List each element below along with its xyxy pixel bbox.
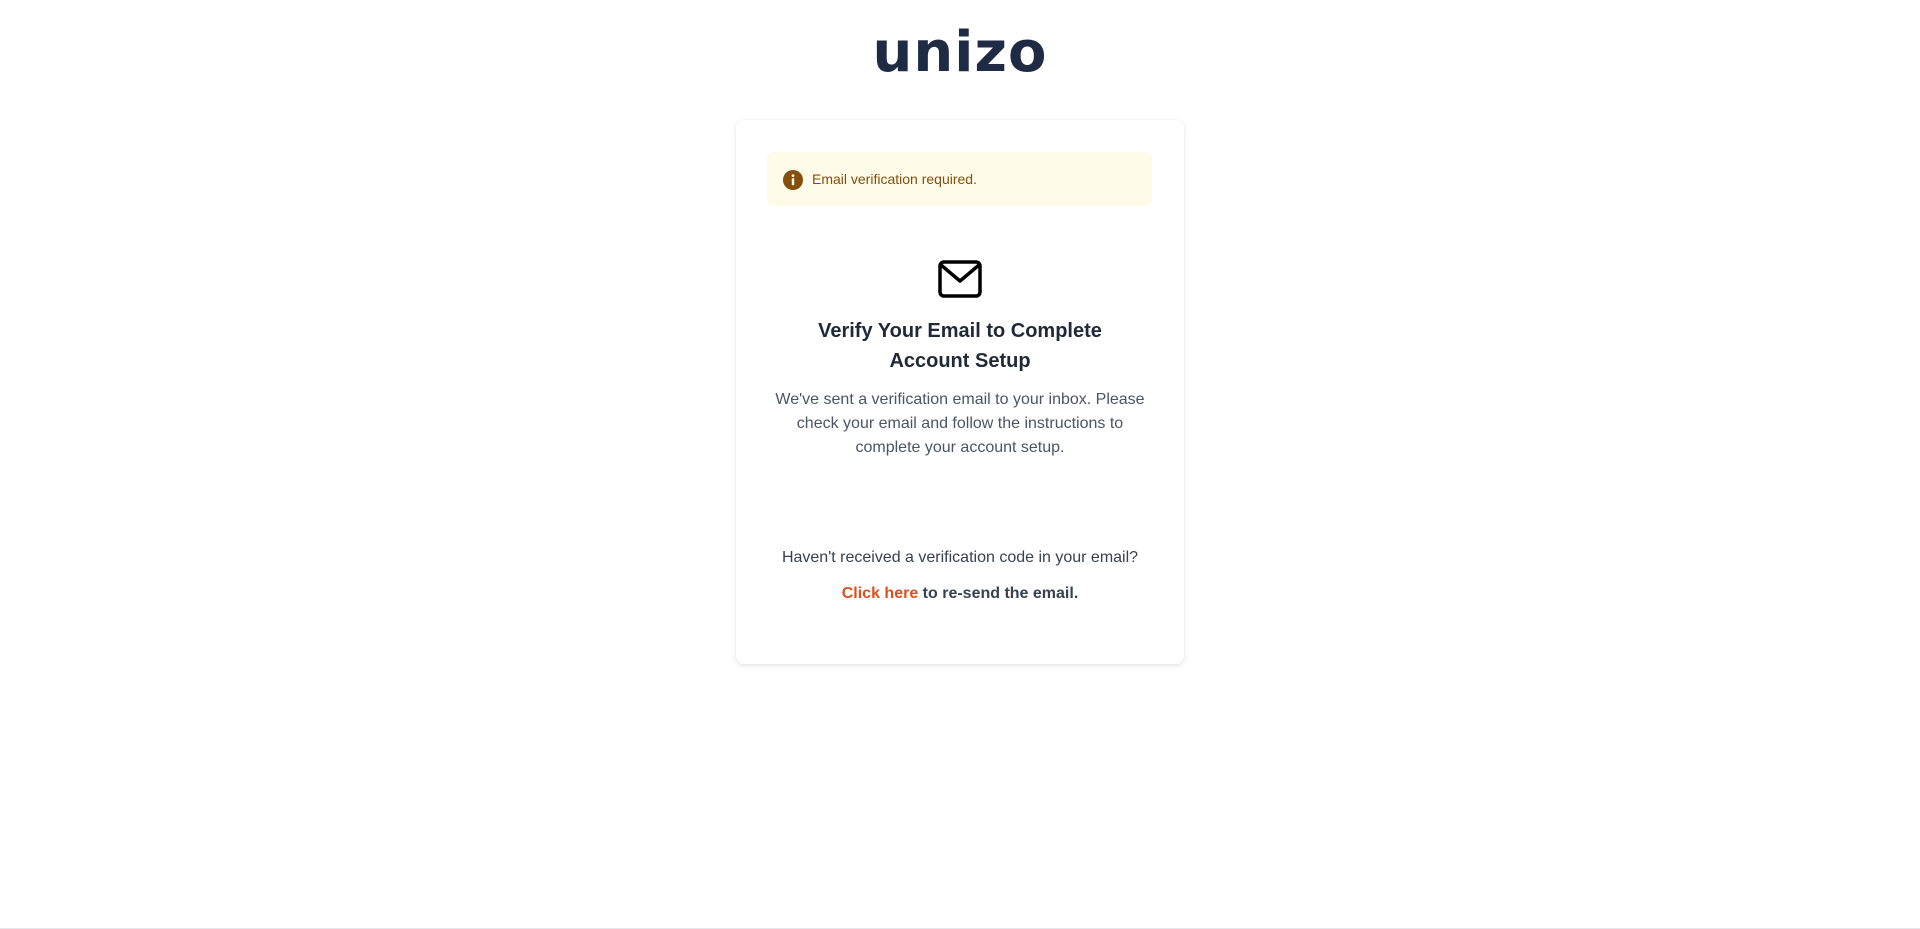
mail-icon xyxy=(938,260,982,298)
resend-prompt: Haven't received a verification code in … xyxy=(781,549,1139,566)
resend-email-link[interactable]: Click here xyxy=(842,585,918,602)
unizo-logo: unizo xyxy=(872,20,1048,85)
resend-suffix: to re-send the email. xyxy=(918,585,1079,602)
alert-message: Email verification required. xyxy=(812,171,977,187)
page: unizo Email verification required. Verif… xyxy=(0,0,1920,929)
info-icon xyxy=(783,170,803,190)
verification-card: Email verification required. Verify Your… xyxy=(736,120,1184,664)
verification-description: We've sent a verification email to your … xyxy=(775,391,1145,456)
verification-alert: Email verification required. xyxy=(767,152,1152,206)
page-title: Verify Your Email to Complete Account Se… xyxy=(818,320,1102,372)
resend-line: Click here to re-send the email. xyxy=(736,582,1184,606)
